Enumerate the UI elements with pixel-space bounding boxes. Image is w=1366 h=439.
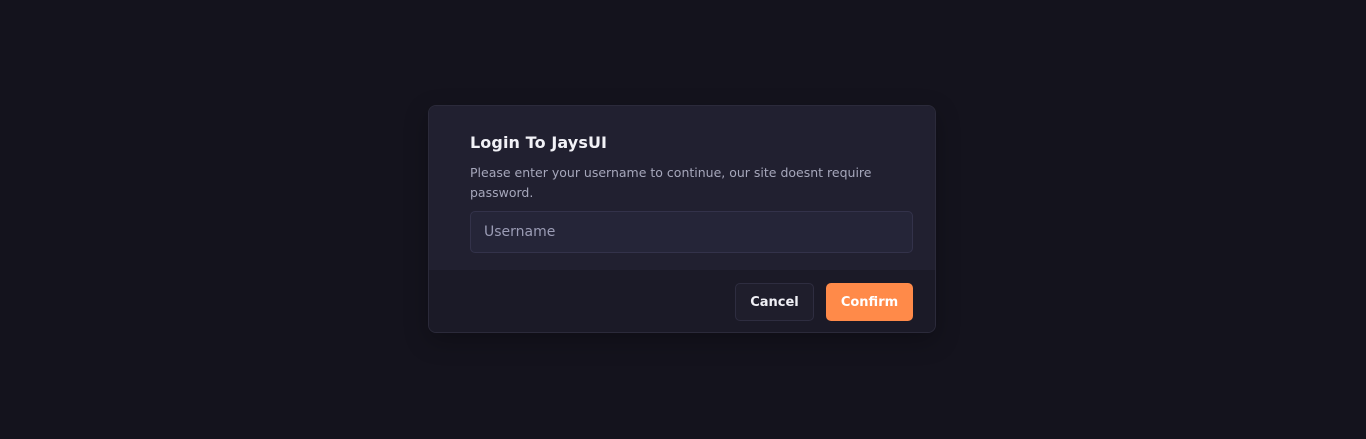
username-input[interactable] — [470, 211, 913, 253]
dialog-body: Login To JaysUI Please enter your userna… — [429, 106, 935, 270]
cancel-button[interactable]: Cancel — [735, 283, 814, 321]
dialog-description: Please enter your username to continue, … — [470, 165, 872, 200]
confirm-button[interactable]: Confirm — [826, 283, 913, 321]
dialog-title: Login To JaysUI — [470, 133, 608, 152]
dialog-footer: Cancel Confirm — [429, 270, 935, 332]
login-dialog: Login To JaysUI Please enter your userna… — [428, 105, 936, 333]
